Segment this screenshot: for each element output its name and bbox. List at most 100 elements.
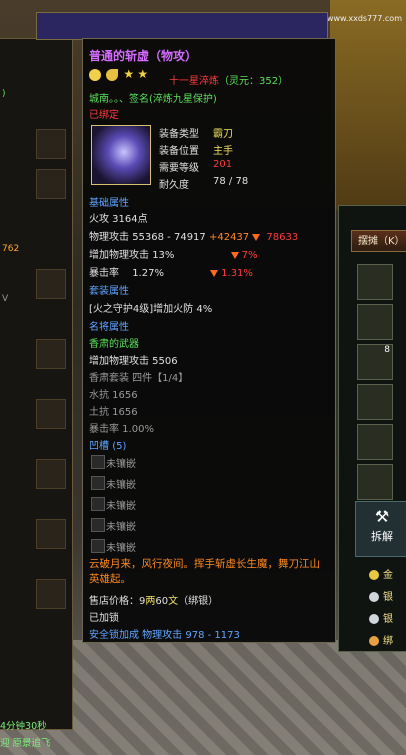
level-value: 201: [213, 159, 233, 170]
socket-icon: [91, 518, 105, 532]
coin-label: 银: [383, 592, 393, 603]
timer-text: 4分钟30秒: [0, 721, 47, 732]
price-wen: 60: [155, 596, 169, 607]
price-label: 售店价格：: [89, 596, 139, 607]
coin-icon: [369, 570, 379, 580]
durability-label: 耐久度: [159, 180, 189, 191]
down-arrow-icon: [210, 269, 219, 277]
fire-attack: 火攻 3164点: [89, 214, 148, 225]
item-tooltip: 普通的斩虚（物攻） ★ ★ 十一星淬炼（灵元：352） 城南。。、签名(淬炼九星…: [82, 38, 336, 643]
side-letter: V: [2, 294, 9, 304]
moon-icon: [106, 69, 119, 81]
durability-value: 78 / 78: [213, 176, 249, 187]
socket-label: 未镶嵌: [106, 480, 136, 491]
shop-panel[interactable]: 摆摊（K） 8 ⚒ 拆解 金 银 银 绑: [338, 205, 406, 652]
socket-icon: [91, 455, 105, 469]
down-arrow-icon: [252, 233, 261, 241]
star-level: 十一星淬炼（灵元：352）: [169, 72, 288, 87]
chat-text: 迎 原景追飞: [0, 738, 51, 749]
famous-add-phys: 增加物理攻击 5506: [89, 356, 178, 367]
earth-res: 土抗 1656: [89, 407, 138, 418]
equip-type: 霸刀: [213, 129, 233, 140]
coin-icon: [369, 592, 379, 602]
socket-label: 未镶嵌: [106, 543, 136, 554]
crit-label: 暴击率: [89, 268, 119, 279]
phys-bonus2: 78633: [266, 232, 299, 243]
equip-pos-label: 装备位置: [159, 146, 199, 157]
sockets-count: (5): [112, 441, 127, 452]
sockets-header: 凹槽 (5): [89, 437, 126, 452]
item-icon: [91, 125, 151, 185]
coin-icon: [369, 636, 379, 646]
price-liang-unit: 两: [145, 596, 156, 607]
socket-icon: [91, 476, 105, 490]
crit-row: 暴击率 1.27% 1.31%: [89, 264, 253, 279]
famous-header: 名将属性: [89, 322, 129, 333]
crit-rate2: 暴击率 1.00%: [89, 424, 154, 435]
bag-slot[interactable]: [36, 339, 66, 369]
price-wen-unit: 文: [168, 596, 179, 607]
shop-slot[interactable]: [357, 304, 393, 340]
phys-attack-label: 物理攻击: [89, 232, 129, 243]
set-header: 套装属性: [89, 286, 129, 297]
coin-icon: [369, 614, 379, 624]
bottom-left-text: 4分钟30秒 迎 原景追飞: [0, 718, 51, 752]
bag-slot[interactable]: [36, 459, 66, 489]
shop-slot[interactable]: [357, 424, 393, 460]
bound-status: 已绑定: [89, 110, 119, 121]
coin-label: 银: [383, 614, 393, 625]
equip-pos: 主手: [213, 146, 233, 157]
dismantle-label: 拆解: [371, 530, 393, 543]
socket-label: 未镶嵌: [106, 522, 136, 533]
famous-weapon: 香肃的武器: [89, 339, 139, 350]
add-phys-value: 13%: [152, 250, 175, 261]
sun-icon: [89, 69, 101, 81]
down-arrow-icon: [230, 251, 239, 259]
bag-panel[interactable]: ) 762 V: [0, 38, 73, 730]
set-name: 香肃套装 四件【1/4】: [89, 373, 189, 384]
bag-slot[interactable]: [36, 269, 66, 299]
phys-bonus: +42437: [208, 232, 250, 243]
coin-silver: 银: [369, 588, 406, 606]
dismantle-button[interactable]: ⚒ 拆解: [355, 501, 406, 557]
flavor-text: 云破月来，风行夜间。挥手斩虚长生魔，舞刀江山英雄起。: [89, 558, 320, 585]
coin-label: 金: [383, 570, 393, 581]
top-item-bar: [36, 12, 328, 40]
add-phys-row: 增加物理攻击 13% 7%: [89, 246, 257, 261]
phys-attack-row: 物理攻击 55368 - 74917 +42437 78633: [89, 228, 298, 243]
water-res: 水抗 1656: [89, 390, 138, 401]
slot-badge: 8: [384, 345, 390, 355]
socket-icon: [91, 497, 105, 511]
coin-label: 绑: [383, 636, 393, 647]
bag-slot[interactable]: [36, 129, 66, 159]
coin-bound: 绑: [369, 632, 406, 650]
shop-slot[interactable]: 8: [357, 344, 393, 380]
side-number: 762: [2, 244, 20, 254]
shop-slot[interactable]: [357, 264, 393, 300]
star-icon: ★: [123, 67, 135, 81]
shop-slot[interactable]: [357, 384, 393, 420]
basic-header: 基础属性: [89, 198, 129, 209]
side-text: ): [2, 89, 6, 99]
socket-icon: [91, 539, 105, 553]
star-icon: ★: [137, 67, 149, 81]
bag-slot[interactable]: [36, 519, 66, 549]
equip-type-label: 装备类型: [159, 129, 199, 140]
star-level-text: 十一星淬炼: [169, 76, 219, 87]
bag-slot[interactable]: [36, 579, 66, 609]
socket-label: 未镶嵌: [106, 459, 136, 470]
coin-silver-2: 银: [369, 610, 406, 628]
add-phys-bonus: 7%: [241, 250, 258, 261]
sockets-label: 凹槽: [89, 441, 109, 452]
bag-slot[interactable]: [36, 399, 66, 429]
background-building: [330, 0, 406, 210]
bag-slot[interactable]: [36, 169, 66, 199]
item-title: 普通的斩虚（物攻）: [89, 49, 198, 63]
shop-slot[interactable]: [357, 464, 393, 500]
status-icons: ★ ★: [89, 67, 148, 81]
add-phys-label: 增加物理攻击: [89, 250, 149, 261]
phys-attack-value: 55368 - 74917: [132, 232, 206, 243]
coin-gold: 金: [369, 566, 406, 584]
shop-title[interactable]: 摆摊（K）: [351, 230, 406, 252]
crit-value: 1.27%: [132, 268, 164, 279]
